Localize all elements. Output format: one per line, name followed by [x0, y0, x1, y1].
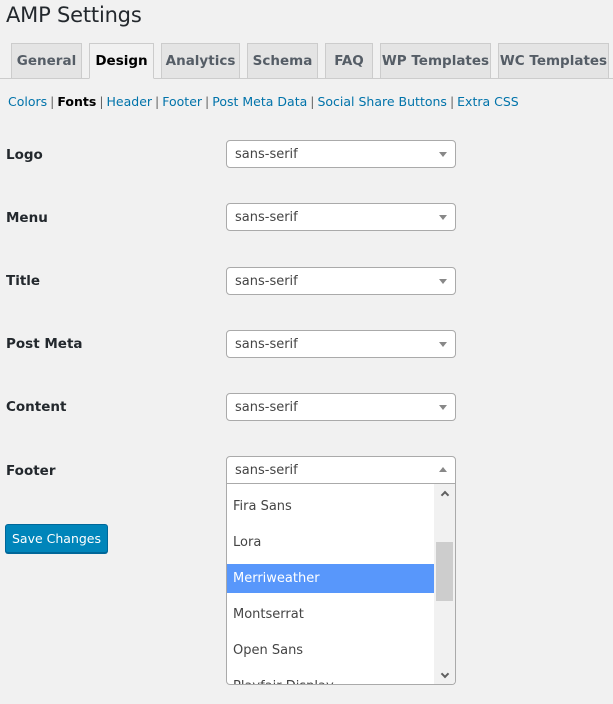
- save-changes-button[interactable]: Save Changes: [5, 524, 108, 553]
- tab-wp-templates[interactable]: WP Templates: [380, 43, 491, 78]
- footer-font-value: sans-serif: [235, 462, 298, 478]
- footer-font-label: Footer: [6, 463, 56, 479]
- tab-faq[interactable]: FAQ: [325, 43, 373, 78]
- dropdown-arrow-up-icon: [439, 467, 447, 472]
- tab-schema[interactable]: Schema: [247, 43, 318, 78]
- post-meta-font-select[interactable]: sans-serif: [226, 330, 456, 358]
- menu-font-label: Menu: [6, 210, 48, 226]
- scroll-thumb[interactable]: [436, 542, 453, 601]
- subnav-separator: |: [50, 94, 55, 109]
- scroll-up-button[interactable]: [434, 484, 455, 501]
- subnav-separator: |: [449, 94, 455, 109]
- chevron-up-icon: [440, 490, 449, 499]
- subnav-footer[interactable]: Footer: [162, 94, 202, 109]
- title-font-value: sans-serif: [235, 273, 298, 289]
- design-subnav: Colors | Fonts | Header | Footer | Post Meta Dat…: [8, 94, 519, 109]
- footer-font-select[interactable]: sans-serif: [226, 456, 456, 484]
- dropdown-arrow-icon: [439, 279, 447, 284]
- subnav-separator: |: [155, 94, 160, 109]
- title-font-select[interactable]: sans-serif: [226, 267, 456, 295]
- option-montserrat[interactable]: Montserrat: [227, 600, 435, 629]
- page-title: AMP Settings: [6, 3, 142, 27]
- dropdown-arrow-icon: [439, 152, 447, 157]
- option-open-sans[interactable]: Open Sans: [227, 636, 435, 665]
- logo-font-label: Logo: [6, 147, 43, 163]
- menu-font-value: sans-serif: [235, 209, 298, 225]
- option-playfair-display[interactable]: Playfair Display: [227, 672, 435, 684]
- chevron-down-icon: [440, 669, 449, 678]
- post-meta-font-value: sans-serif: [235, 336, 298, 352]
- content-font-select[interactable]: sans-serif: [226, 393, 456, 421]
- tab-analytics[interactable]: Analytics: [161, 43, 240, 78]
- option-lora[interactable]: Lora: [227, 528, 435, 557]
- dropdown-arrow-icon: [439, 342, 447, 347]
- dropdown-scrollbar[interactable]: [434, 484, 455, 684]
- subnav-header[interactable]: Header: [107, 94, 153, 109]
- logo-font-value: sans-serif: [235, 146, 298, 162]
- post-meta-font-label: Post Meta: [6, 336, 83, 352]
- tab-general[interactable]: General: [11, 43, 82, 78]
- subnav-colors[interactable]: Colors: [8, 94, 47, 109]
- option-fira-sans[interactable]: Fira Sans: [227, 492, 435, 521]
- subnav-fonts[interactable]: Fonts: [57, 94, 96, 109]
- subnav-social-share-buttons[interactable]: Social Share Buttons: [317, 94, 446, 109]
- content-font-value: sans-serif: [235, 399, 298, 415]
- subnav-post-meta-data[interactable]: Post Meta Data: [212, 94, 307, 109]
- menu-font-select[interactable]: sans-serif: [226, 203, 456, 231]
- dropdown-arrow-icon: [439, 215, 447, 220]
- subnav-extra-css[interactable]: Extra CSS: [457, 94, 519, 109]
- content-font-label: Content: [6, 399, 67, 415]
- settings-tabs: General Design Analytics Schema FAQ WP T…: [0, 43, 613, 79]
- dropdown-arrow-icon: [439, 405, 447, 410]
- footer-font-dropdown-list: Fira Sans Lora Merriweather Montserrat O…: [226, 484, 456, 685]
- logo-font-select[interactable]: sans-serif: [226, 140, 456, 168]
- subnav-separator: |: [99, 94, 104, 109]
- tab-wc-templates[interactable]: WC Templates: [498, 43, 609, 78]
- subnav-separator: |: [310, 94, 315, 109]
- scroll-down-button[interactable]: [434, 667, 455, 684]
- tab-design[interactable]: Design: [89, 43, 154, 79]
- option-merriweather[interactable]: Merriweather: [227, 564, 435, 593]
- title-font-label: Title: [6, 273, 41, 289]
- subnav-separator: |: [205, 94, 210, 109]
